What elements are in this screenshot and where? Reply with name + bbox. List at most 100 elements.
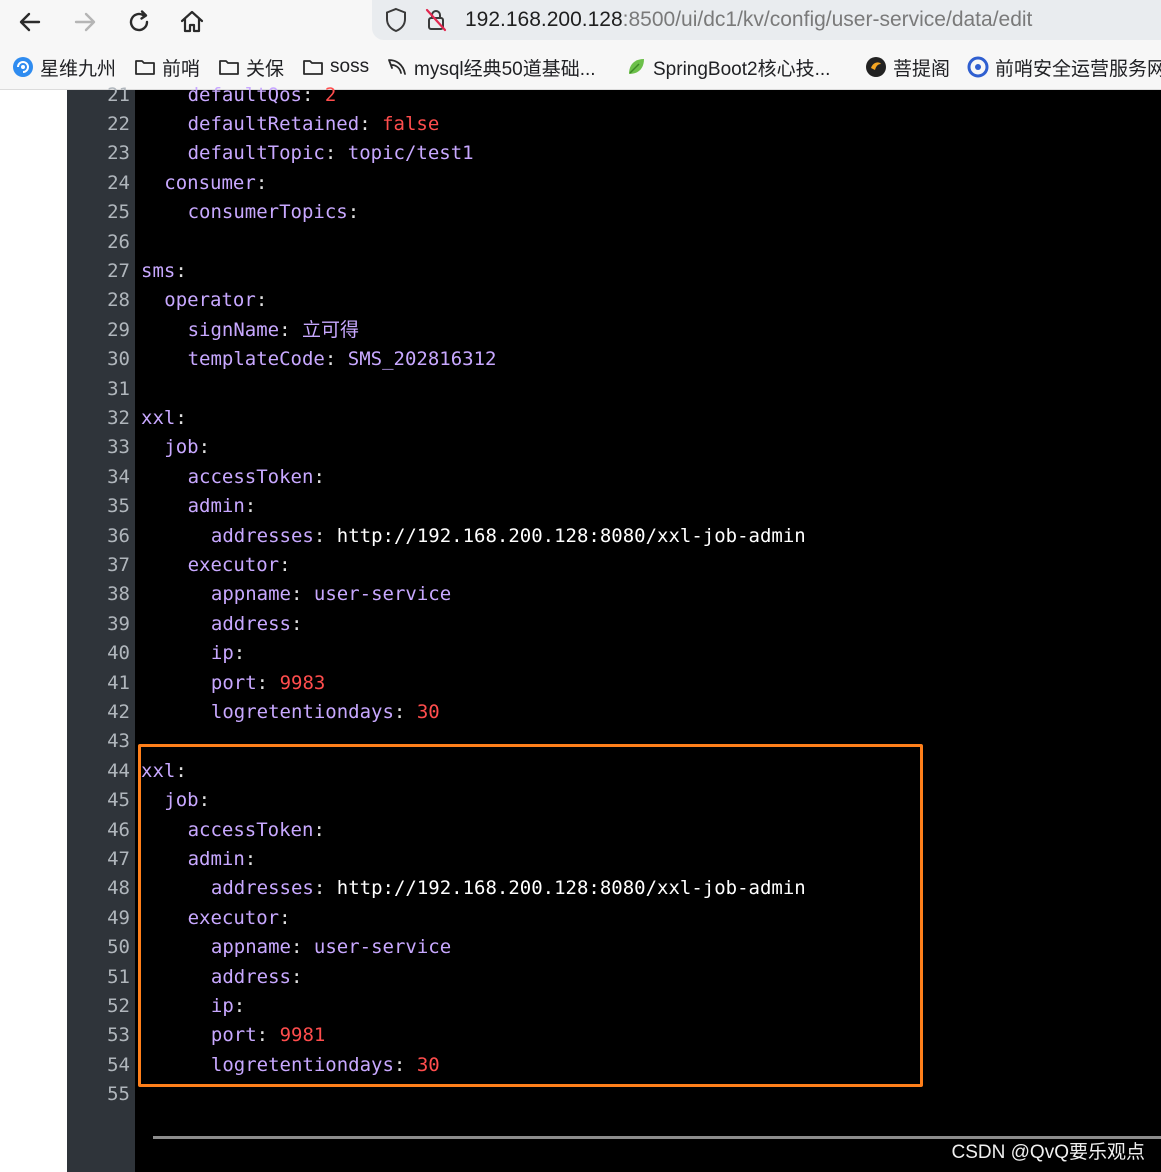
shield-icon[interactable] [382,6,410,34]
line-number: 47 [107,847,130,870]
yaml-value: 30 [416,700,440,723]
yaml-value: SMS_202816312 [347,348,497,371]
line-number: 42 [107,700,130,723]
code-line[interactable]: addresses: http://192.168.200.128:8080/x… [211,522,806,551]
url-host: 192.168.200.128 [465,8,623,31]
line-number: 37 [107,553,130,576]
url-text[interactable]: 192.168.200.128:8500/ui/dc1/kv/config/us… [465,5,1032,35]
yaml-key: sms [141,259,176,282]
address-bar[interactable]: 192.168.200.128:8500/ui/dc1/kv/config/us… [372,0,1161,40]
yaml-colon: : [198,436,211,459]
leaf-icon [625,56,647,78]
bookmark-label: 关保 [246,58,285,80]
yaml-key: port [210,671,257,694]
insecure-lock-icon[interactable] [422,6,450,34]
code-line[interactable]: xxl: [141,404,187,433]
code-line[interactable]: executor: [188,551,291,580]
line-number: 53 [107,1024,130,1047]
bookmark-folder[interactable]: 前哨 [134,54,200,80]
back-button[interactable] [12,4,48,40]
bookmark-label: 前哨安全运营服务网 [995,58,1161,80]
dolphin-icon [386,56,408,78]
browser-toolbar: 192.168.200.128:8500/ui/dc1/kv/config/us… [0,0,1161,44]
yaml-key: defaultTopic [187,142,325,165]
bookmark-item[interactable]: 星维九州 [12,54,116,80]
folder-icon [218,56,240,78]
code-line[interactable]: sms: [141,257,187,286]
code-line[interactable]: operator: [164,286,267,315]
code-line[interactable]: job: [164,433,210,462]
code-line[interactable]: admin: [188,492,257,521]
yaml-colon: : [290,583,303,606]
code-line[interactable]: defaultTopic: topic/test1 [188,139,474,168]
home-button[interactable] [174,4,210,40]
line-number: 35 [107,495,130,518]
yaml-key: xxl [141,406,176,429]
yaml-key: addresses [210,524,314,547]
bookmark-label: 菩提阁 [893,58,951,80]
code-line[interactable]: consumer: [164,169,267,198]
globe-swirl-icon [12,56,34,78]
bookmark-item[interactable]: mysql经典50道基础... [386,54,596,80]
code-line[interactable]: accessToken: [188,463,325,492]
blue-ring-icon [967,56,989,78]
line-number: 27 [107,259,130,282]
yaml-key: consumer [164,171,256,194]
yaml-key: address [210,612,291,635]
arrow-right-icon [74,12,96,32]
yaml-colon: : [175,406,187,429]
yaml-colon: : [175,259,187,282]
code-line[interactable]: logretentiondays: 30 [211,698,440,727]
line-number: 34 [107,465,130,488]
line-number: 25 [107,201,130,224]
yaml-colon: : [290,612,303,635]
code-line[interactable]: templateCode: SMS_202816312 [188,345,497,374]
code-line[interactable]: defaultRetained: false [188,110,440,139]
yaml-colon: : [324,142,337,165]
bookmark-item[interactable]: SpringBoot2核心技... [625,54,830,80]
forward-button[interactable] [67,4,103,40]
yaml-key: appname [210,583,291,606]
line-number: 54 [107,1053,130,1076]
code-line[interactable]: port: 9983 [211,669,325,698]
yaml-value: http://192.168.200.128:8080/xxl-job-admi… [336,524,806,547]
watermark: CSDN @QvQ要乐观点 [951,1142,1145,1163]
code-line[interactable]: address: [211,610,303,639]
line-number: 45 [107,789,130,812]
yaml-colon: : [255,289,268,312]
code-line[interactable]: signName: 立可得 [188,316,359,345]
orange-circle-icon [865,56,887,78]
arrow-left-icon [19,12,41,32]
bookmark-item[interactable]: 前哨安全运营服务网 [967,54,1161,80]
bookmark-folder[interactable]: soss [302,54,369,80]
code-line[interactable]: consumerTopics: [188,198,360,227]
line-number: 39 [107,612,130,635]
bookmark-label: SpringBoot2核心技... [653,58,831,80]
yaml-key: consumerTopics [187,201,348,224]
yaml-value: 2 [324,83,337,106]
home-icon [180,10,204,33]
code-line[interactable]: defaultQos: 2 [188,81,337,110]
highlight-box [138,744,923,1087]
yaml-value: topic/test1 [347,142,474,165]
bookmark-folder[interactable]: 关保 [218,54,284,80]
line-number: 32 [107,406,130,429]
yaml-key: admin [187,495,245,518]
yaml-key: logretentiondays [210,700,394,723]
bookmark-item[interactable]: 菩提阁 [865,54,950,80]
yaml-key: ip [210,642,234,665]
code-line[interactable]: ip: [211,639,245,668]
line-number: 46 [107,818,130,841]
yaml-value: user-service [313,583,452,606]
yaml-colon: : [347,201,360,224]
horizontal-scrollbar[interactable] [153,1136,1161,1139]
code-line[interactable]: appname: user-service [211,580,451,609]
line-number: 23 [107,142,130,165]
line-number: 55 [107,1083,130,1106]
line-number: 22 [107,112,130,135]
line-number: 48 [107,877,130,900]
reload-button[interactable] [121,4,157,40]
yaml-colon: : [393,700,406,723]
line-number: 29 [107,318,130,341]
line-number: 24 [107,171,130,194]
